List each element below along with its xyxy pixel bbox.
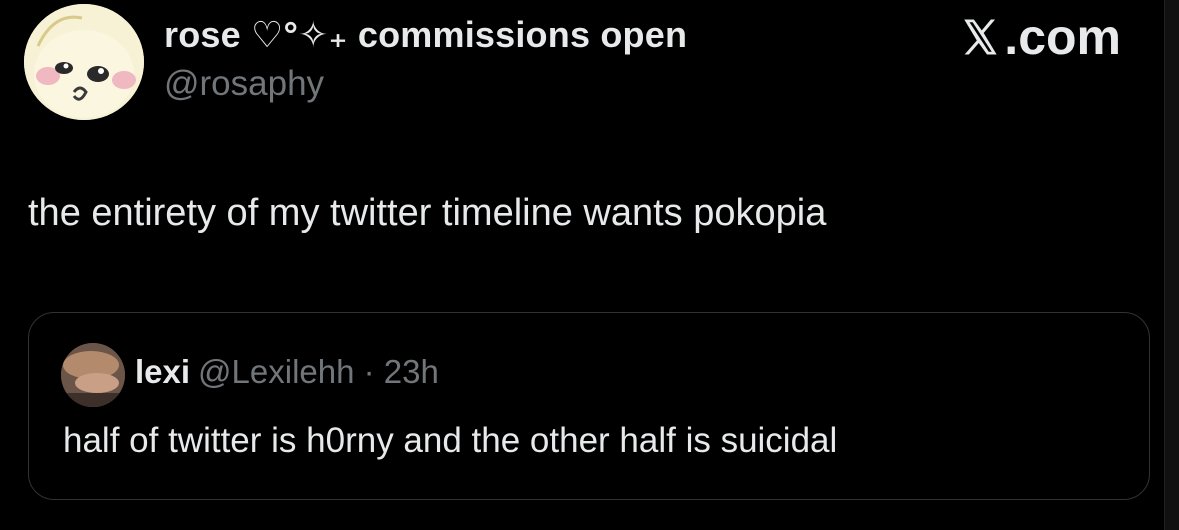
avatar-character-image [24, 4, 144, 120]
brand-watermark: .com [958, 8, 1121, 66]
quoted-author-avatar[interactable] [61, 343, 125, 407]
scrollbar[interactable] [1164, 0, 1179, 530]
avatar-photo [61, 343, 125, 407]
x-logo-icon [964, 19, 997, 55]
author-display-name[interactable]: rose ♡°✧₊ commissions open [164, 14, 687, 56]
author-avatar[interactable] [24, 4, 144, 120]
quoted-tweet-card[interactable]: lexi @Lexilehh · 23h half of twitter is h… [28, 312, 1150, 500]
author-handle[interactable]: @rosaphy [164, 64, 324, 104]
quoted-tweet-text: half of twitter is h0rny and the other h… [63, 421, 838, 460]
quoted-tweet-header: lexi @Lexilehh · 23h [135, 353, 439, 391]
quoted-author-handle-time[interactable]: @Lexilehh · 23h [198, 353, 439, 390]
quoted-author-name[interactable]: lexi [135, 353, 190, 390]
tweet-text: the entirety of my twitter timeline want… [28, 192, 827, 234]
brand-domain: .com [1004, 9, 1121, 65]
